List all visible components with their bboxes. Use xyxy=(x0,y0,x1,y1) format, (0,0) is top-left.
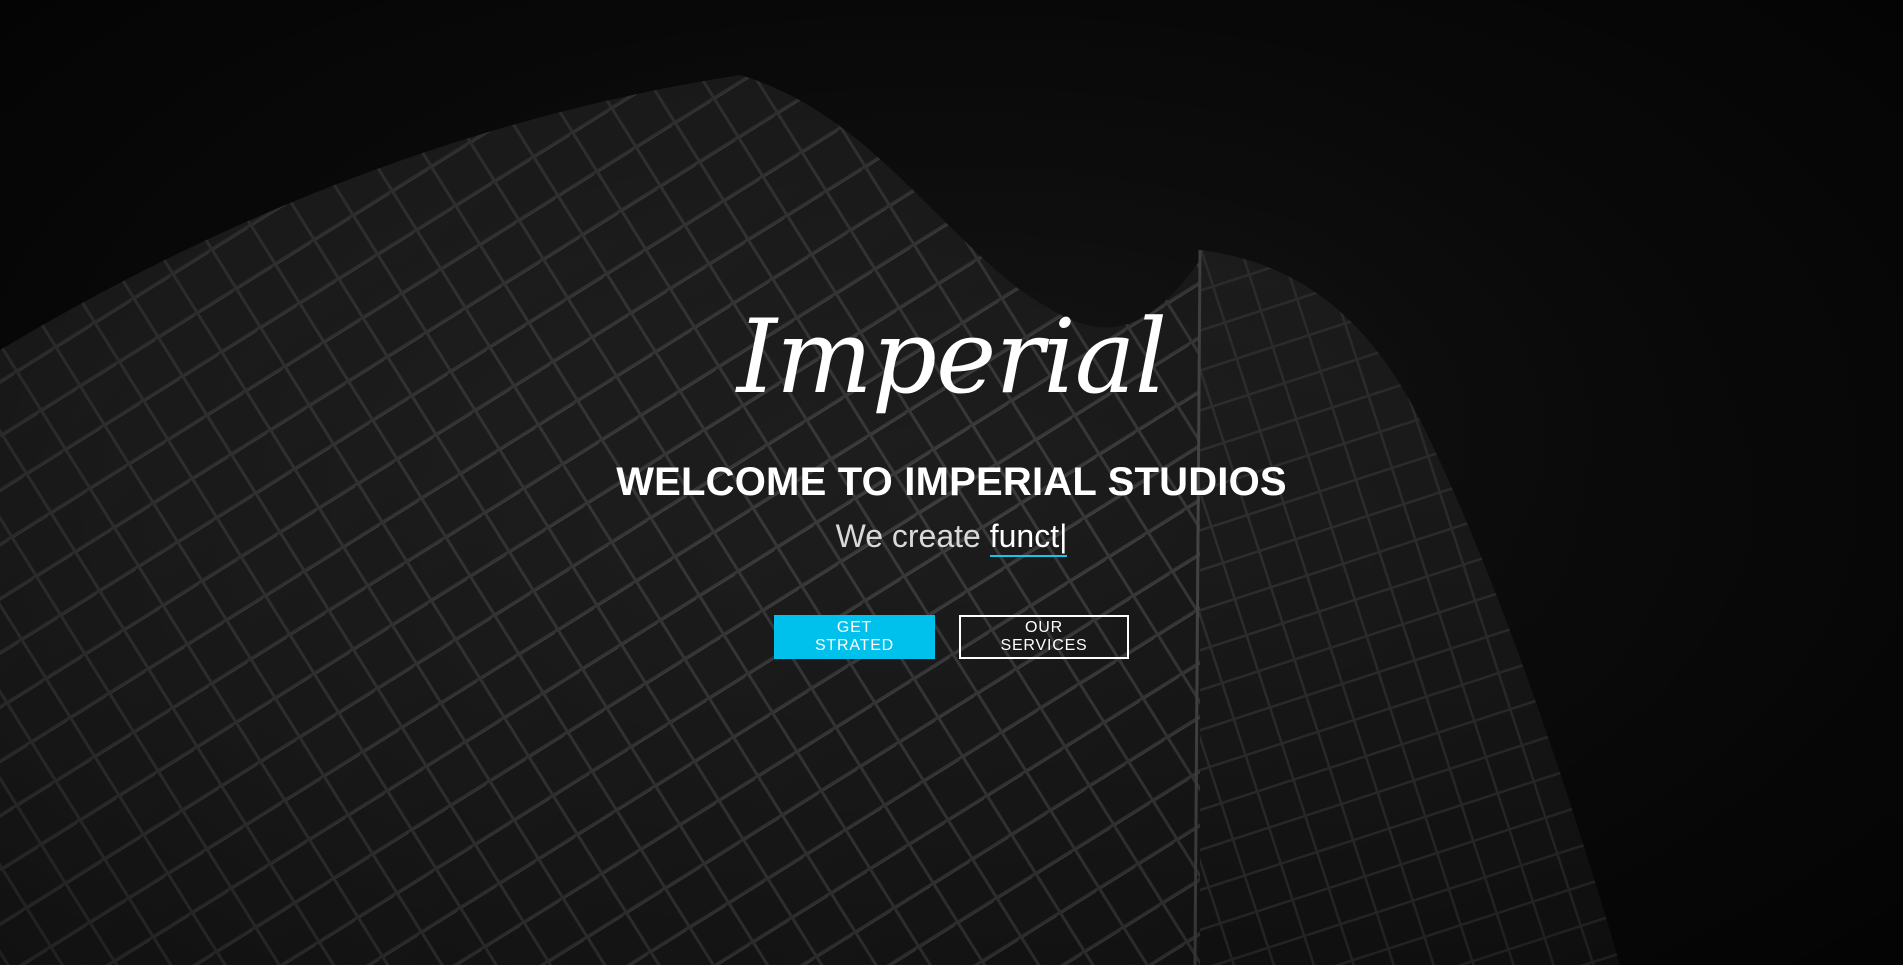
hero-section: Imperial WELCOME TO IMPERIAL STUDIOS We … xyxy=(0,0,1903,965)
get-started-button[interactable]: GET STRATED xyxy=(774,615,935,659)
tagline-typed-text: funct| xyxy=(989,518,1068,557)
hero-tagline: We create funct| xyxy=(0,514,1903,558)
hero-buttons: GET STRATED OUR SERVICES xyxy=(0,615,1903,659)
brand-logo: Imperial xyxy=(736,298,1167,417)
hero-headline: WELCOME TO IMPERIAL STUDIOS xyxy=(616,460,1287,504)
tagline-prefix: We create xyxy=(835,518,981,554)
hero-content: Imperial WELCOME TO IMPERIAL STUDIOS We … xyxy=(0,0,1903,965)
our-services-button[interactable]: OUR SERVICES xyxy=(959,615,1129,659)
typing-cursor: | xyxy=(1059,518,1068,554)
typed-word: funct xyxy=(989,518,1060,554)
